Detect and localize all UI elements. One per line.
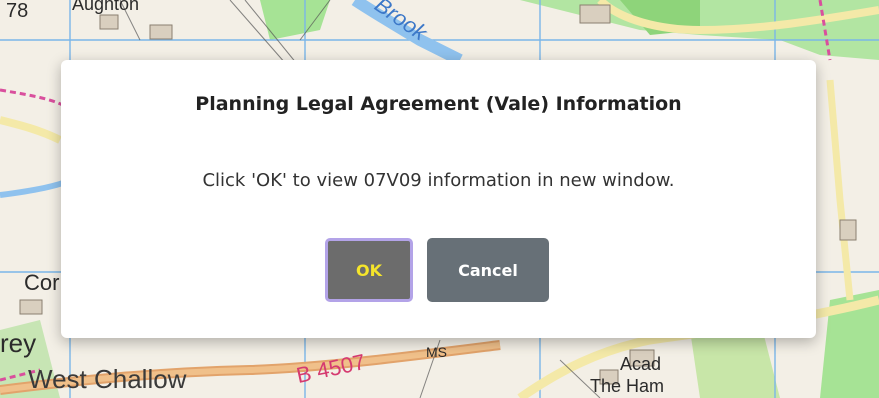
- cancel-button[interactable]: Cancel: [427, 238, 549, 302]
- ok-button[interactable]: OK: [325, 238, 413, 302]
- info-dialog: Planning Legal Agreement (Vale) Informat…: [61, 60, 816, 338]
- dialog-title: Planning Legal Agreement (Vale) Informat…: [195, 93, 682, 115]
- dialog-message: Click 'OK' to view 07V09 information in …: [202, 170, 675, 191]
